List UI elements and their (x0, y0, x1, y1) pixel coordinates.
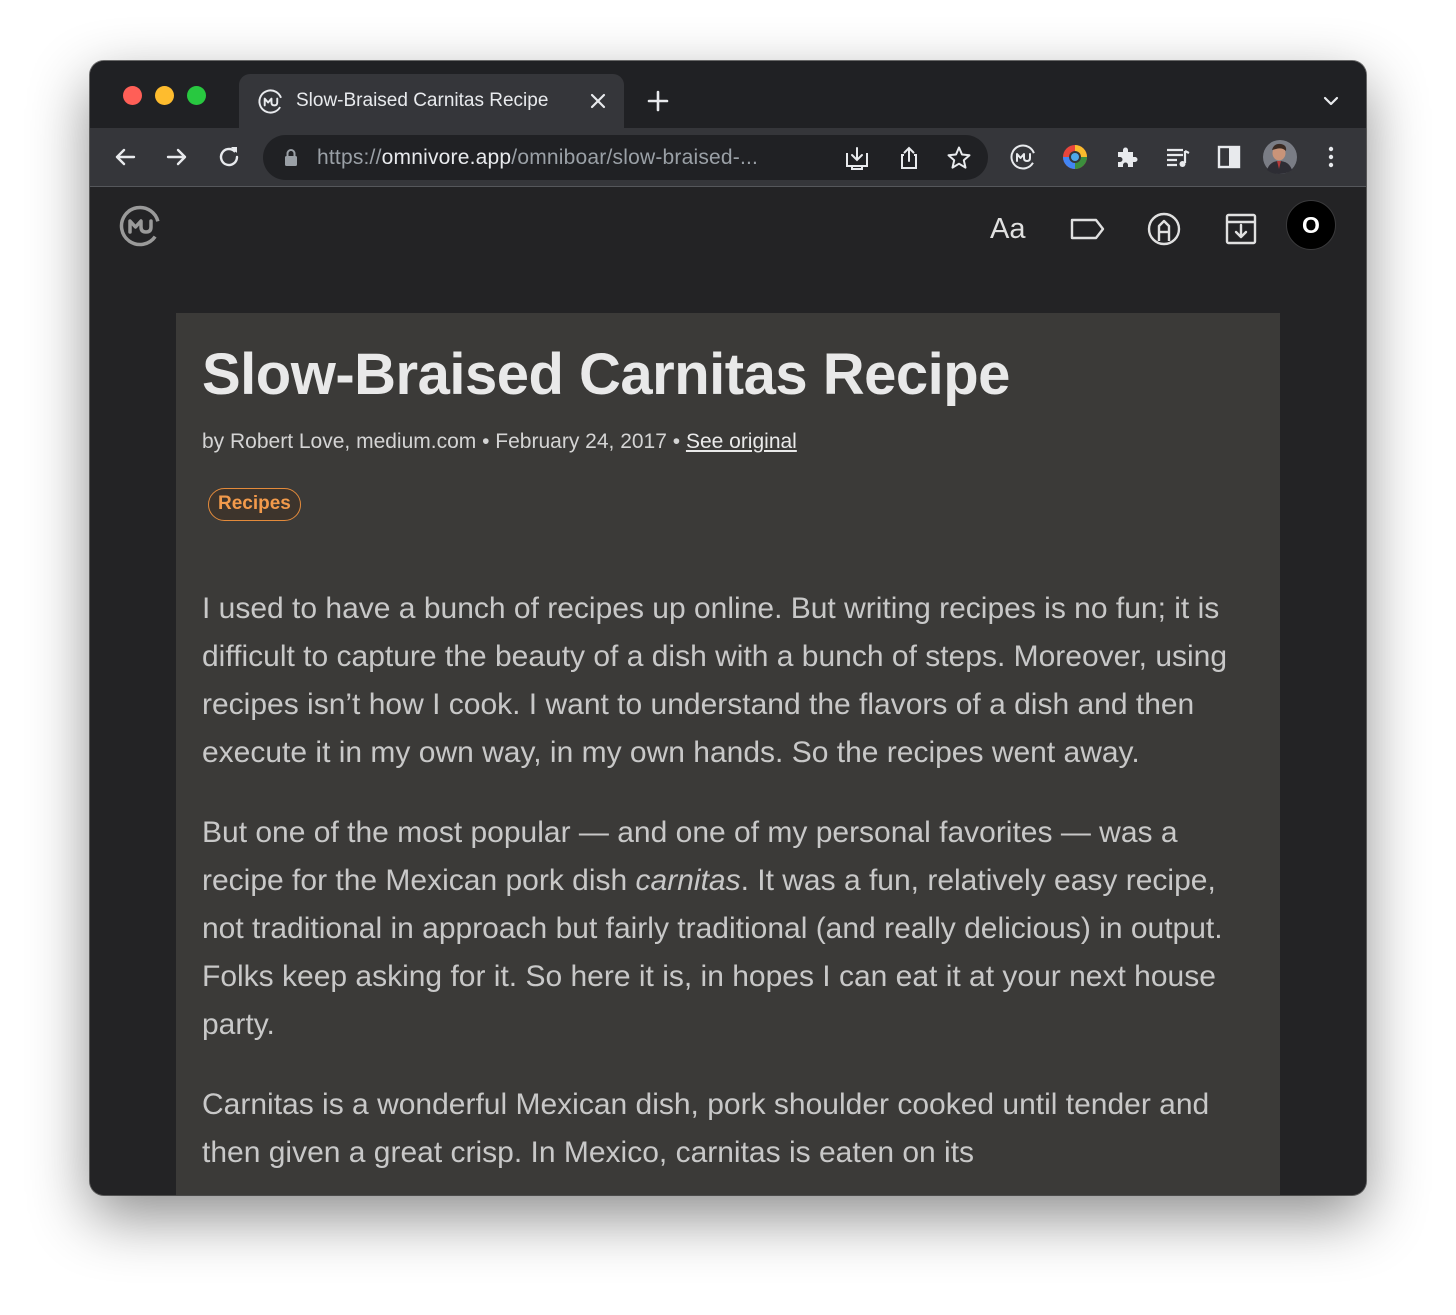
zoom-window-button[interactable] (187, 86, 206, 105)
profile-avatar-icon[interactable] (1262, 139, 1298, 175)
tab-title: Slow-Braised Carnitas Recipe (296, 90, 549, 111)
url-host: omnivore.app (381, 146, 512, 169)
side-panel-icon[interactable] (1214, 142, 1244, 172)
bookmark-star-icon[interactable] (945, 144, 973, 172)
notebook-icon[interactable] (1143, 208, 1185, 250)
omnivore-reader: Aa O Slow-Braised Carnitas Recipe by Rob… (90, 188, 1366, 1195)
url-text: https://omnivore.app/omniboar/slow-brais… (317, 144, 758, 171)
chevron-down-icon[interactable] (1320, 90, 1342, 112)
install-app-icon[interactable] (843, 144, 871, 172)
byline-text: by Robert Love, medium.com • February 24… (202, 430, 686, 453)
omnivore-logo-icon (258, 89, 283, 114)
lock-icon[interactable] (283, 148, 299, 168)
close-window-button[interactable] (123, 86, 142, 105)
active-tab[interactable]: Slow-Braised Carnitas Recipe (239, 74, 624, 128)
see-original-link[interactable]: See original (686, 430, 797, 453)
labels-icon[interactable] (1067, 208, 1109, 250)
more-menu-icon[interactable] (1316, 142, 1346, 172)
address-bar[interactable]: https://omnivore.app/omniboar/slow-brais… (263, 135, 988, 180)
back-arrow-icon[interactable] (110, 142, 140, 172)
minimize-window-button[interactable] (155, 86, 174, 105)
article-byline: by Robert Love, medium.com • February 24… (202, 427, 797, 457)
omnivore-logo-icon[interactable] (118, 204, 162, 248)
archive-icon[interactable] (1220, 208, 1262, 250)
article-container: Slow-Braised Carnitas Recipe by Robert L… (176, 313, 1280, 1195)
paragraph: I used to have a bunch of recipes up onl… (202, 592, 1228, 769)
url-scheme: https:// (317, 146, 382, 169)
label-chip-recipes[interactable]: Recipes (208, 488, 301, 521)
paragraph: Carnitas is a wonderful Mexican dish, po… (202, 1088, 1210, 1169)
url-path: /omniboar/slow-braised-... (511, 146, 759, 169)
close-icon[interactable] (586, 89, 610, 113)
paragraph: But one of the most popular — and one of… (202, 809, 1252, 1049)
omnivore-extension-icon[interactable] (1008, 142, 1038, 172)
reload-icon[interactable] (214, 142, 244, 172)
tab-strip: Slow-Braised Carnitas Recipe (90, 61, 1366, 128)
forward-arrow-icon[interactable] (162, 142, 192, 172)
color-extension-icon[interactable] (1060, 142, 1090, 172)
new-tab-icon[interactable] (644, 87, 672, 115)
browser-toolbar: https://omnivore.app/omniboar/slow-brais… (90, 128, 1366, 187)
reading-list-icon[interactable] (1163, 142, 1193, 172)
display-settings-icon[interactable]: Aa (990, 208, 1032, 250)
share-icon[interactable] (895, 144, 923, 172)
user-avatar[interactable]: O (1286, 200, 1336, 250)
article-body: I used to have a bunch of recipes up onl… (202, 585, 1252, 1195)
article-title: Slow-Braised Carnitas Recipe (202, 342, 1010, 407)
emphasis-text: carnitas (635, 864, 741, 897)
browser-window: Slow-Braised Carnitas Recipe https://omn… (90, 61, 1366, 1195)
extensions-puzzle-icon[interactable] (1112, 142, 1142, 172)
